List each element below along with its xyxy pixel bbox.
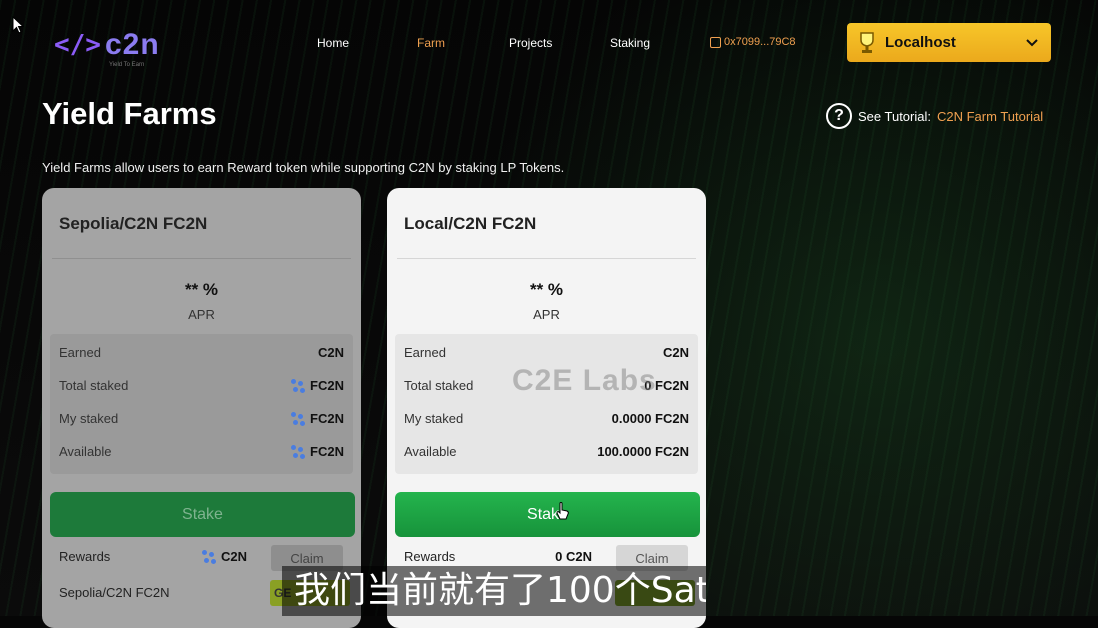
stake-button[interactable]: Stake xyxy=(50,492,355,537)
stat-value-text: FC2N xyxy=(310,378,344,393)
stat-row-available: Available 100.0000 FC2N xyxy=(404,444,689,464)
page-description: Yield Farms allow users to earn Reward t… xyxy=(42,160,565,175)
stat-value: 100.0000 FC2N xyxy=(597,444,689,459)
network-selector[interactable]: Localhost xyxy=(847,23,1051,62)
apr-value: ** % xyxy=(184,280,219,299)
chevron-down-icon xyxy=(1026,39,1038,47)
network-label: Localhost xyxy=(885,34,956,51)
stat-value-text: FC2N xyxy=(310,411,344,426)
wallet-address: 0x7099...79C8 xyxy=(724,36,796,48)
farm-card-sepolia: Sepolia/C2N FC2N ** % APR Earned C2N Tot… xyxy=(42,188,361,628)
stat-value: C2N xyxy=(318,345,344,360)
video-subtitle: 我们当前就有了100个Satan代币 xyxy=(282,566,706,616)
nav-farm[interactable]: Farm xyxy=(417,36,445,50)
logo-text: c2n xyxy=(104,28,160,61)
stat-value-text: FC2N xyxy=(310,444,344,459)
help-icon: ? xyxy=(826,103,852,129)
divider xyxy=(52,258,351,259)
stat-label: Total staked xyxy=(404,378,474,393)
pair-label: Sepolia/C2N FC2N xyxy=(59,585,170,600)
tutorial-link[interactable]: C2N Farm Tutorial xyxy=(937,109,1043,124)
stake-button[interactable]: Stake xyxy=(395,492,700,537)
rewards-value-text: C2N xyxy=(220,549,247,564)
farm-title: Local/C2N FC2N xyxy=(404,214,537,233)
apr-label: APR xyxy=(533,307,560,322)
stat-value-text: C2N xyxy=(317,345,344,360)
stat-label: Earned xyxy=(59,345,101,360)
farm-title: Sepolia/C2N FC2N xyxy=(59,214,208,233)
token-icon xyxy=(291,411,307,426)
stat-row-total-staked: Total staked FC2N xyxy=(59,378,344,398)
mouse-cursor-icon xyxy=(12,16,24,34)
divider xyxy=(397,258,696,259)
farm-card-local: Local/C2N FC2N ** % APR Earned C2N Total… xyxy=(387,188,706,628)
stat-row-earned: Earned C2N xyxy=(404,345,689,365)
stat-label: My staked xyxy=(404,411,464,426)
tutorial-prefix: See Tutorial: xyxy=(858,108,931,124)
farm-stats: Earned C2N Total staked FC2N My staked F… xyxy=(50,334,353,474)
stat-row-my-staked: My staked FC2N xyxy=(59,411,344,431)
stat-label: Earned xyxy=(404,345,446,360)
stat-label: Available xyxy=(59,444,112,459)
nav-staking[interactable]: Staking xyxy=(610,36,650,50)
token-icon xyxy=(291,378,307,393)
wallet-icon xyxy=(710,36,721,48)
network-trophy-icon xyxy=(860,31,874,53)
stat-row-available: Available FC2N xyxy=(59,444,344,464)
tutorial-link-group[interactable]: ? See Tutorial: C2N Farm Tutorial xyxy=(826,103,1043,129)
logo-tagline: Yield To Earn xyxy=(109,62,145,68)
logo[interactable]: </> c2n Yield To Earn xyxy=(54,28,160,68)
stat-row-earned: Earned C2N xyxy=(59,345,344,365)
stat-value: 0.0000 FC2N xyxy=(611,411,689,426)
stat-value: FC2N xyxy=(291,411,344,426)
rewards-value: 0 C2N xyxy=(555,549,592,564)
stat-value: FC2N xyxy=(291,378,344,393)
token-icon xyxy=(201,549,218,564)
rewards-value: C2N xyxy=(201,549,247,564)
nav-projects[interactable]: Projects xyxy=(509,36,552,50)
apr-value: ** % xyxy=(529,280,564,299)
pointer-cursor-icon xyxy=(556,502,569,520)
nav-home[interactable]: Home xyxy=(317,36,349,50)
rewards-label: Rewards xyxy=(59,549,111,564)
watermark: C2E Labs xyxy=(512,364,657,397)
stat-label: My staked xyxy=(59,411,119,426)
stat-value: FC2N xyxy=(291,444,344,459)
code-bracket-icon: </> xyxy=(54,30,101,60)
apr-label: APR xyxy=(188,307,215,322)
stat-value: C2N xyxy=(662,345,689,360)
stat-label: Total staked xyxy=(59,378,129,393)
rewards-label: Rewards xyxy=(404,549,456,564)
token-icon xyxy=(291,444,307,459)
stat-label: Available xyxy=(404,444,457,459)
stat-row-my-staked: My staked 0.0000 FC2N xyxy=(404,411,689,431)
farm-stats: Earned C2N Total staked 0 FC2N My staked… xyxy=(395,334,698,474)
wallet-address-button[interactable]: 0x7099...79C8 xyxy=(710,36,796,48)
page-title: Yield Farms xyxy=(42,96,217,131)
